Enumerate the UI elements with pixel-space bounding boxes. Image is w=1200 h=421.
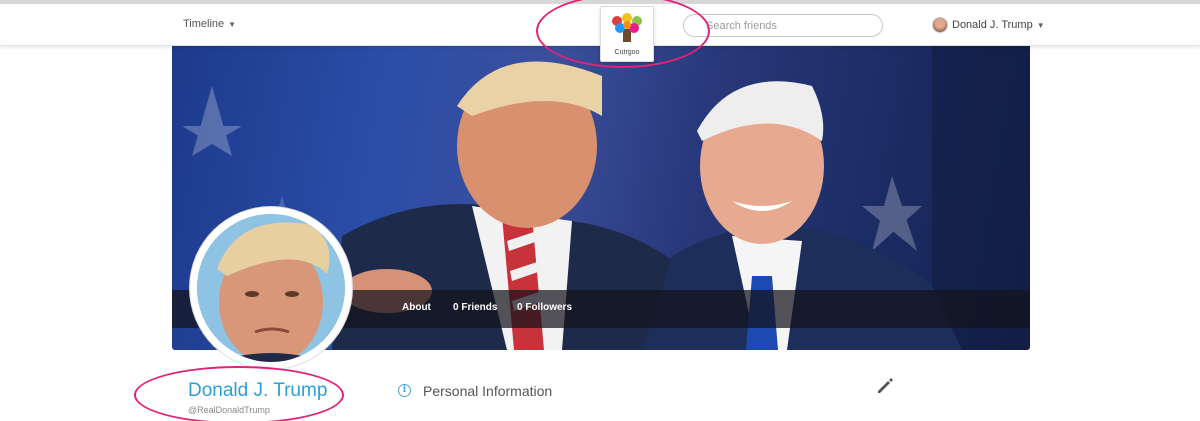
- about-link[interactable]: About: [402, 302, 431, 313]
- user-avatar: [932, 17, 948, 33]
- section-title: Personal Information: [423, 383, 553, 399]
- site-logo[interactable]: Cutrgoo: [600, 6, 654, 62]
- followers-link[interactable]: 0 Followers: [517, 302, 572, 313]
- user-menu[interactable]: Donald J. Trump ▼: [932, 17, 1045, 33]
- user-name: Donald J. Trump: [952, 19, 1033, 31]
- search-input[interactable]: [683, 14, 883, 37]
- info-icon: i: [398, 384, 411, 397]
- logo-text: Cutrgoo: [614, 49, 640, 56]
- caret-down-icon: ▼: [1036, 20, 1045, 30]
- profile-handle: @RealDonaldTrump: [188, 405, 270, 415]
- profile-name[interactable]: Donald J. Trump: [188, 380, 327, 402]
- logo-tree-icon: [612, 13, 642, 42]
- timeline-label: Timeline: [183, 18, 225, 30]
- caret-down-icon: ▼: [228, 20, 237, 29]
- profile-avatar[interactable]: [190, 207, 352, 369]
- avatar-photo: [197, 214, 345, 362]
- friends-link[interactable]: 0 Friends: [453, 302, 497, 313]
- timeline-menu[interactable]: Timeline ▼: [183, 18, 236, 30]
- edit-pencil-icon[interactable]: [876, 377, 894, 400]
